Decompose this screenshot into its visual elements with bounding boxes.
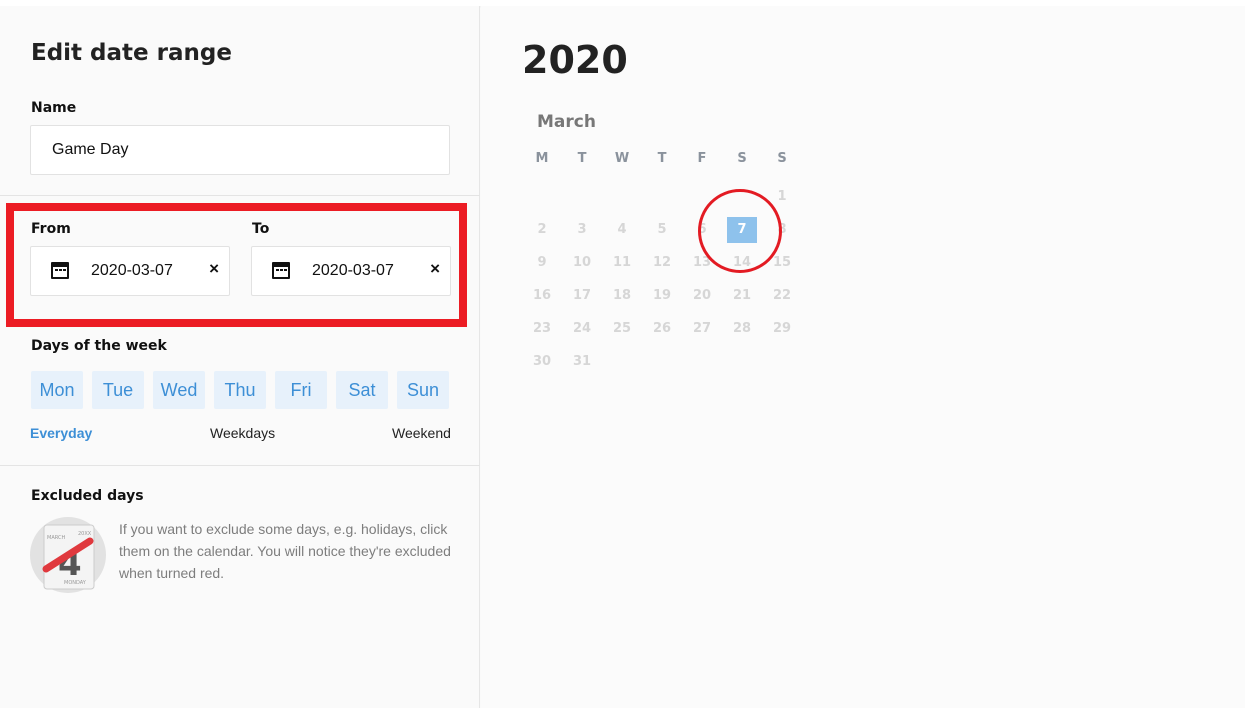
preset-weekdays[interactable]: Weekdays [210,425,275,441]
calendar-day[interactable]: 9 [527,250,557,276]
calendar-day[interactable]: 17 [567,283,597,309]
calendar-month: March [537,112,596,132]
name-input[interactable]: Game Day [30,125,450,175]
calendar-day[interactable]: 5 [647,217,677,243]
preset-weekend[interactable]: Weekend [392,425,451,441]
divider [0,465,480,466]
excluded-days-label: Excluded days [31,488,144,504]
days-of-week-label: Days of the week [31,338,167,354]
day-toggle-fri[interactable]: Fri [275,371,327,409]
calendar-day[interactable]: 16 [527,283,557,309]
day-toggle-thu[interactable]: Thu [214,371,266,409]
svg-text:MARCH: MARCH [47,535,65,541]
highlight-circle-annotation [698,189,782,273]
weekday-header: T [577,151,587,166]
calendar-day[interactable]: 24 [567,316,597,342]
calendar-day[interactable]: 20 [687,283,717,309]
highlight-annotation [6,203,467,327]
day-toggle-sat[interactable]: Sat [336,371,388,409]
calendar-day[interactable]: 31 [567,349,597,375]
name-value: Game Day [52,141,129,158]
calendar-day[interactable]: 23 [527,316,557,342]
calendar-day[interactable]: 11 [607,250,637,276]
calendar-year: 2020 [522,38,628,82]
weekday-header: S [737,151,747,166]
calendar-day[interactable]: 21 [727,283,757,309]
page-title: Edit date range [31,40,232,66]
calendar-day[interactable]: 4 [607,217,637,243]
weekday-header: T [657,151,667,166]
calendar-day[interactable]: 18 [607,283,637,309]
calendar-day[interactable]: 22 [767,283,797,309]
day-toggle-wed[interactable]: Wed [153,371,205,409]
calendar-day[interactable]: 25 [607,316,637,342]
weekday-header: W [614,151,630,166]
calendar-day[interactable]: 2 [527,217,557,243]
svg-text:MONDAY: MONDAY [64,580,87,586]
calendar-day[interactable]: 29 [767,316,797,342]
calendar-day[interactable]: 10 [567,250,597,276]
divider [0,195,480,196]
calendar-day[interactable]: 26 [647,316,677,342]
svg-text:20XX: 20XX [78,531,92,537]
excluded-days-help: If you want to exclude some days, e.g. h… [119,521,451,581]
name-label: Name [31,100,77,116]
calendar-day[interactable]: 28 [727,316,757,342]
weekday-header: F [697,151,707,166]
calendar-day[interactable]: 12 [647,250,677,276]
calendar-day[interactable]: 27 [687,316,717,342]
day-toggle-mon[interactable]: Mon [31,371,83,409]
calendar-day[interactable]: 19 [647,283,677,309]
day-toggle-sun[interactable]: Sun [397,371,449,409]
weekday-header: M [535,151,549,166]
calendar-day[interactable]: 30 [527,349,557,375]
weekday-header: S [777,151,787,166]
excluded-calendar-illustration-icon: MARCH 20XX 4 MONDAY [30,517,106,593]
calendar-day[interactable]: 3 [567,217,597,243]
preset-everyday[interactable]: Everyday [30,425,92,441]
day-toggle-tue[interactable]: Tue [92,371,144,409]
